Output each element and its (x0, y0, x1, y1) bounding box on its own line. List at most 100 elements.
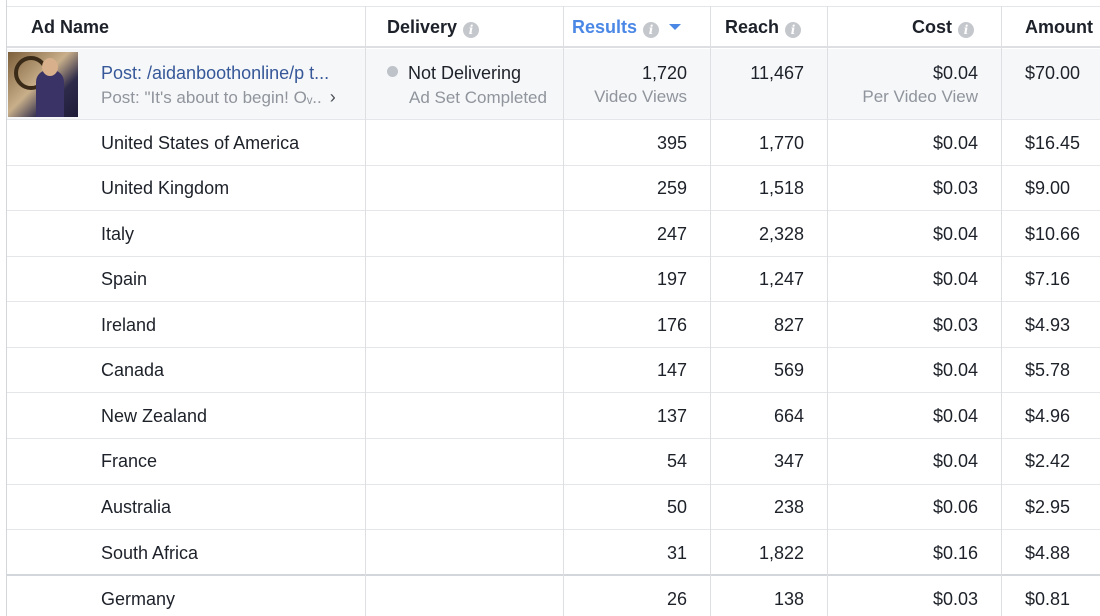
amount-value: $0.81 (1025, 589, 1071, 609)
reach-value: 1,822 (758, 543, 804, 563)
cost-value: $0.04 (932, 133, 978, 153)
table-row[interactable]: Australia 50 238 $0.06 $2.95 (7, 485, 1100, 530)
delivery-status: Not Delivering (387, 63, 521, 84)
cost-value: $0.04 (932, 63, 978, 83)
chevron-right-icon[interactable]: › (330, 87, 336, 108)
column-divider[interactable] (563, 6, 564, 616)
results-value: 26 (666, 589, 687, 609)
cost-value: $0.04 (932, 406, 978, 426)
results-value: 54 (666, 451, 687, 471)
info-icon[interactable]: i (643, 22, 660, 38)
reach-value: 11,467 (750, 63, 804, 83)
reach-value: 664 (773, 406, 804, 426)
table-row[interactable]: United States of America 395 1,770 $0.04… (7, 120, 1100, 166)
cost-value: $0.04 (932, 451, 978, 471)
column-header-label: Results (572, 17, 638, 37)
post-subtitle[interactable]: Post: "It's about to begin! Oᵥ.. › (101, 87, 336, 108)
country-name: Canada (101, 360, 165, 380)
reach-value: 1,518 (758, 178, 804, 198)
country-name: Italy (101, 224, 135, 244)
amount-value: $2.95 (1025, 497, 1071, 517)
cost-value: $0.04 (932, 360, 978, 380)
post-title-link[interactable]: Post: /aidanboothonline/p t... (101, 63, 329, 84)
table-row[interactable]: Canada 147 569 $0.04 $5.78 (7, 348, 1100, 393)
reach-value: 238 (773, 497, 804, 517)
column-header-label: Cost (912, 17, 952, 37)
country-name: Ireland (101, 315, 157, 335)
column-header-results[interactable]: Results i (572, 7, 682, 47)
table-row[interactable]: United Kingdom 259 1,518 $0.03 $9.00 (7, 166, 1100, 211)
amount-value: $7.16 (1025, 269, 1071, 289)
reach-value: 827 (773, 315, 804, 335)
table-row[interactable]: France 54 347 $0.04 $2.42 (7, 439, 1100, 485)
reach-value: 569 (773, 360, 804, 380)
ad-thumbnail[interactable] (8, 52, 78, 117)
column-header-label: Ad Name (31, 17, 110, 37)
cost-value: $0.03 (932, 315, 978, 335)
sort-descending-icon[interactable] (669, 24, 682, 30)
results-value: 1,720 (641, 63, 687, 83)
ads-report-table: Ad Name Delivery i Results i Reach i Cost i … (0, 0, 1100, 616)
amount-value: $4.96 (1025, 406, 1071, 426)
ad-summary-row[interactable]: Post: /aidanboothonline/p t... Post: "It… (7, 49, 1100, 120)
person-graphic (36, 70, 64, 117)
reach-value: 138 (773, 589, 804, 609)
country-name: South Africa (101, 543, 199, 563)
amount-value: $9.00 (1025, 178, 1071, 198)
results-value: 137 (656, 406, 687, 426)
column-header-label: Reach (725, 17, 780, 37)
column-divider[interactable] (827, 6, 828, 616)
results-value: 395 (656, 133, 687, 153)
column-header-cost[interactable]: Cost i (912, 7, 974, 47)
cost-unit: Per Video View (862, 87, 978, 106)
reach-value: 1,770 (758, 133, 804, 153)
results-value: 197 (656, 269, 687, 289)
country-name: Spain (101, 269, 148, 289)
cost-value: $0.03 (932, 178, 978, 198)
cost-value: $0.03 (932, 589, 978, 609)
country-name: United States of America (101, 133, 300, 153)
delivery-status-text: Not Delivering (408, 63, 522, 83)
column-header-label: Delivery (387, 17, 458, 37)
results-value: 176 (656, 315, 687, 335)
table-row[interactable]: Germany 26 138 $0.03 $0.81 (7, 577, 1100, 616)
table-row[interactable]: Italy 247 2,328 $0.04 $10.66 (7, 211, 1100, 257)
column-header-reach[interactable]: Reach i (725, 7, 802, 47)
person-head-graphic (42, 58, 58, 76)
amount-value: $5.78 (1025, 360, 1071, 380)
country-name: New Zealand (101, 406, 208, 426)
amount-value: $70.00 (1025, 63, 1081, 83)
cost-value: $0.04 (932, 269, 978, 289)
reach-value: 347 (773, 451, 804, 471)
column-divider[interactable] (1001, 6, 1002, 616)
results-value: 259 (656, 178, 687, 198)
column-divider[interactable] (710, 6, 711, 616)
country-name: Australia (101, 497, 172, 517)
amount-value: $10.66 (1025, 224, 1081, 244)
country-name: United Kingdom (101, 178, 230, 198)
reach-value: 2,328 (758, 224, 804, 244)
country-name: Germany (101, 589, 176, 609)
table-row[interactable]: Spain 197 1,247 $0.04 $7.16 (7, 257, 1100, 302)
cost-value: $0.06 (932, 497, 978, 517)
amount-value: $4.93 (1025, 315, 1071, 335)
info-icon[interactable]: i (958, 22, 974, 38)
delivery-substatus: Ad Set Completed (409, 88, 547, 107)
status-dot-icon (387, 66, 398, 77)
column-divider[interactable] (365, 6, 366, 616)
table-header: Ad Name Delivery i Results i Reach i Cost i … (7, 6, 1100, 48)
column-header-amount[interactable]: Amount (1025, 7, 1093, 47)
table-row[interactable]: South Africa 31 1,822 $0.16 $4.88 (7, 530, 1100, 576)
column-header-ad-name[interactable]: Ad Name (31, 7, 109, 47)
info-icon[interactable]: i (785, 22, 802, 38)
column-header-delivery[interactable]: Delivery i (387, 7, 480, 47)
info-icon[interactable]: i (463, 22, 480, 38)
cost-value: $0.04 (932, 224, 978, 244)
table-left-edge (0, 0, 7, 616)
amount-value: $16.45 (1025, 133, 1081, 153)
results-value: 247 (656, 224, 687, 244)
table-row[interactable]: Ireland 176 827 $0.03 $4.93 (7, 302, 1100, 348)
table-row[interactable]: New Zealand 137 664 $0.04 $4.96 (7, 393, 1100, 439)
post-subtitle-text: Post: "It's about to begin! Oᵥ.. (101, 88, 322, 107)
results-unit: Video Views (594, 87, 687, 106)
